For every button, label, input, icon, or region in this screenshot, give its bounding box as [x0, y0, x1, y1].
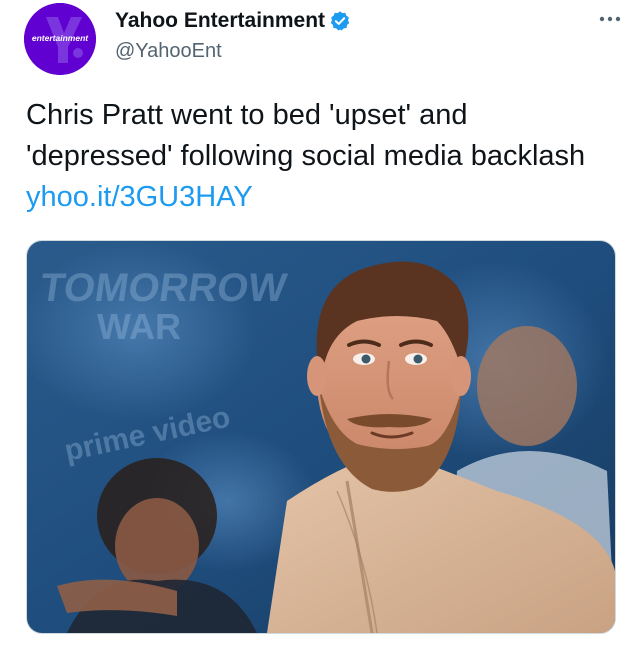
- photo-chris-pratt: TOMORROW WAR prime video: [27, 241, 615, 633]
- author-avatar[interactable]: entertainment: [24, 3, 96, 75]
- tweet-link[interactable]: yhoo.it/3GU3HAY: [26, 181, 253, 213]
- tweet-text: Chris Pratt went to bed 'upset' and 'dep…: [26, 95, 616, 218]
- tweet-photo[interactable]: TOMORROW WAR prime video: [26, 240, 616, 634]
- backdrop-text-1: TOMORROW: [37, 265, 289, 310]
- author-handle[interactable]: @YahooEnt: [115, 40, 222, 63]
- yahoo-entertainment-logo: entertainment: [24, 3, 96, 75]
- verified-badge-icon: [329, 10, 351, 32]
- more-options-icon[interactable]: [592, 4, 628, 34]
- svg-text:entertainment: entertainment: [32, 33, 89, 43]
- tweet: entertainment Yahoo Entertainment @Yahoo…: [0, 0, 640, 648]
- author-name-row[interactable]: Yahoo Entertainment: [115, 8, 351, 34]
- author-display-name[interactable]: Yahoo Entertainment: [115, 9, 325, 33]
- backdrop-text-2: WAR: [97, 306, 181, 347]
- tweet-body: Chris Pratt went to bed 'upset' and 'dep…: [26, 99, 586, 172]
